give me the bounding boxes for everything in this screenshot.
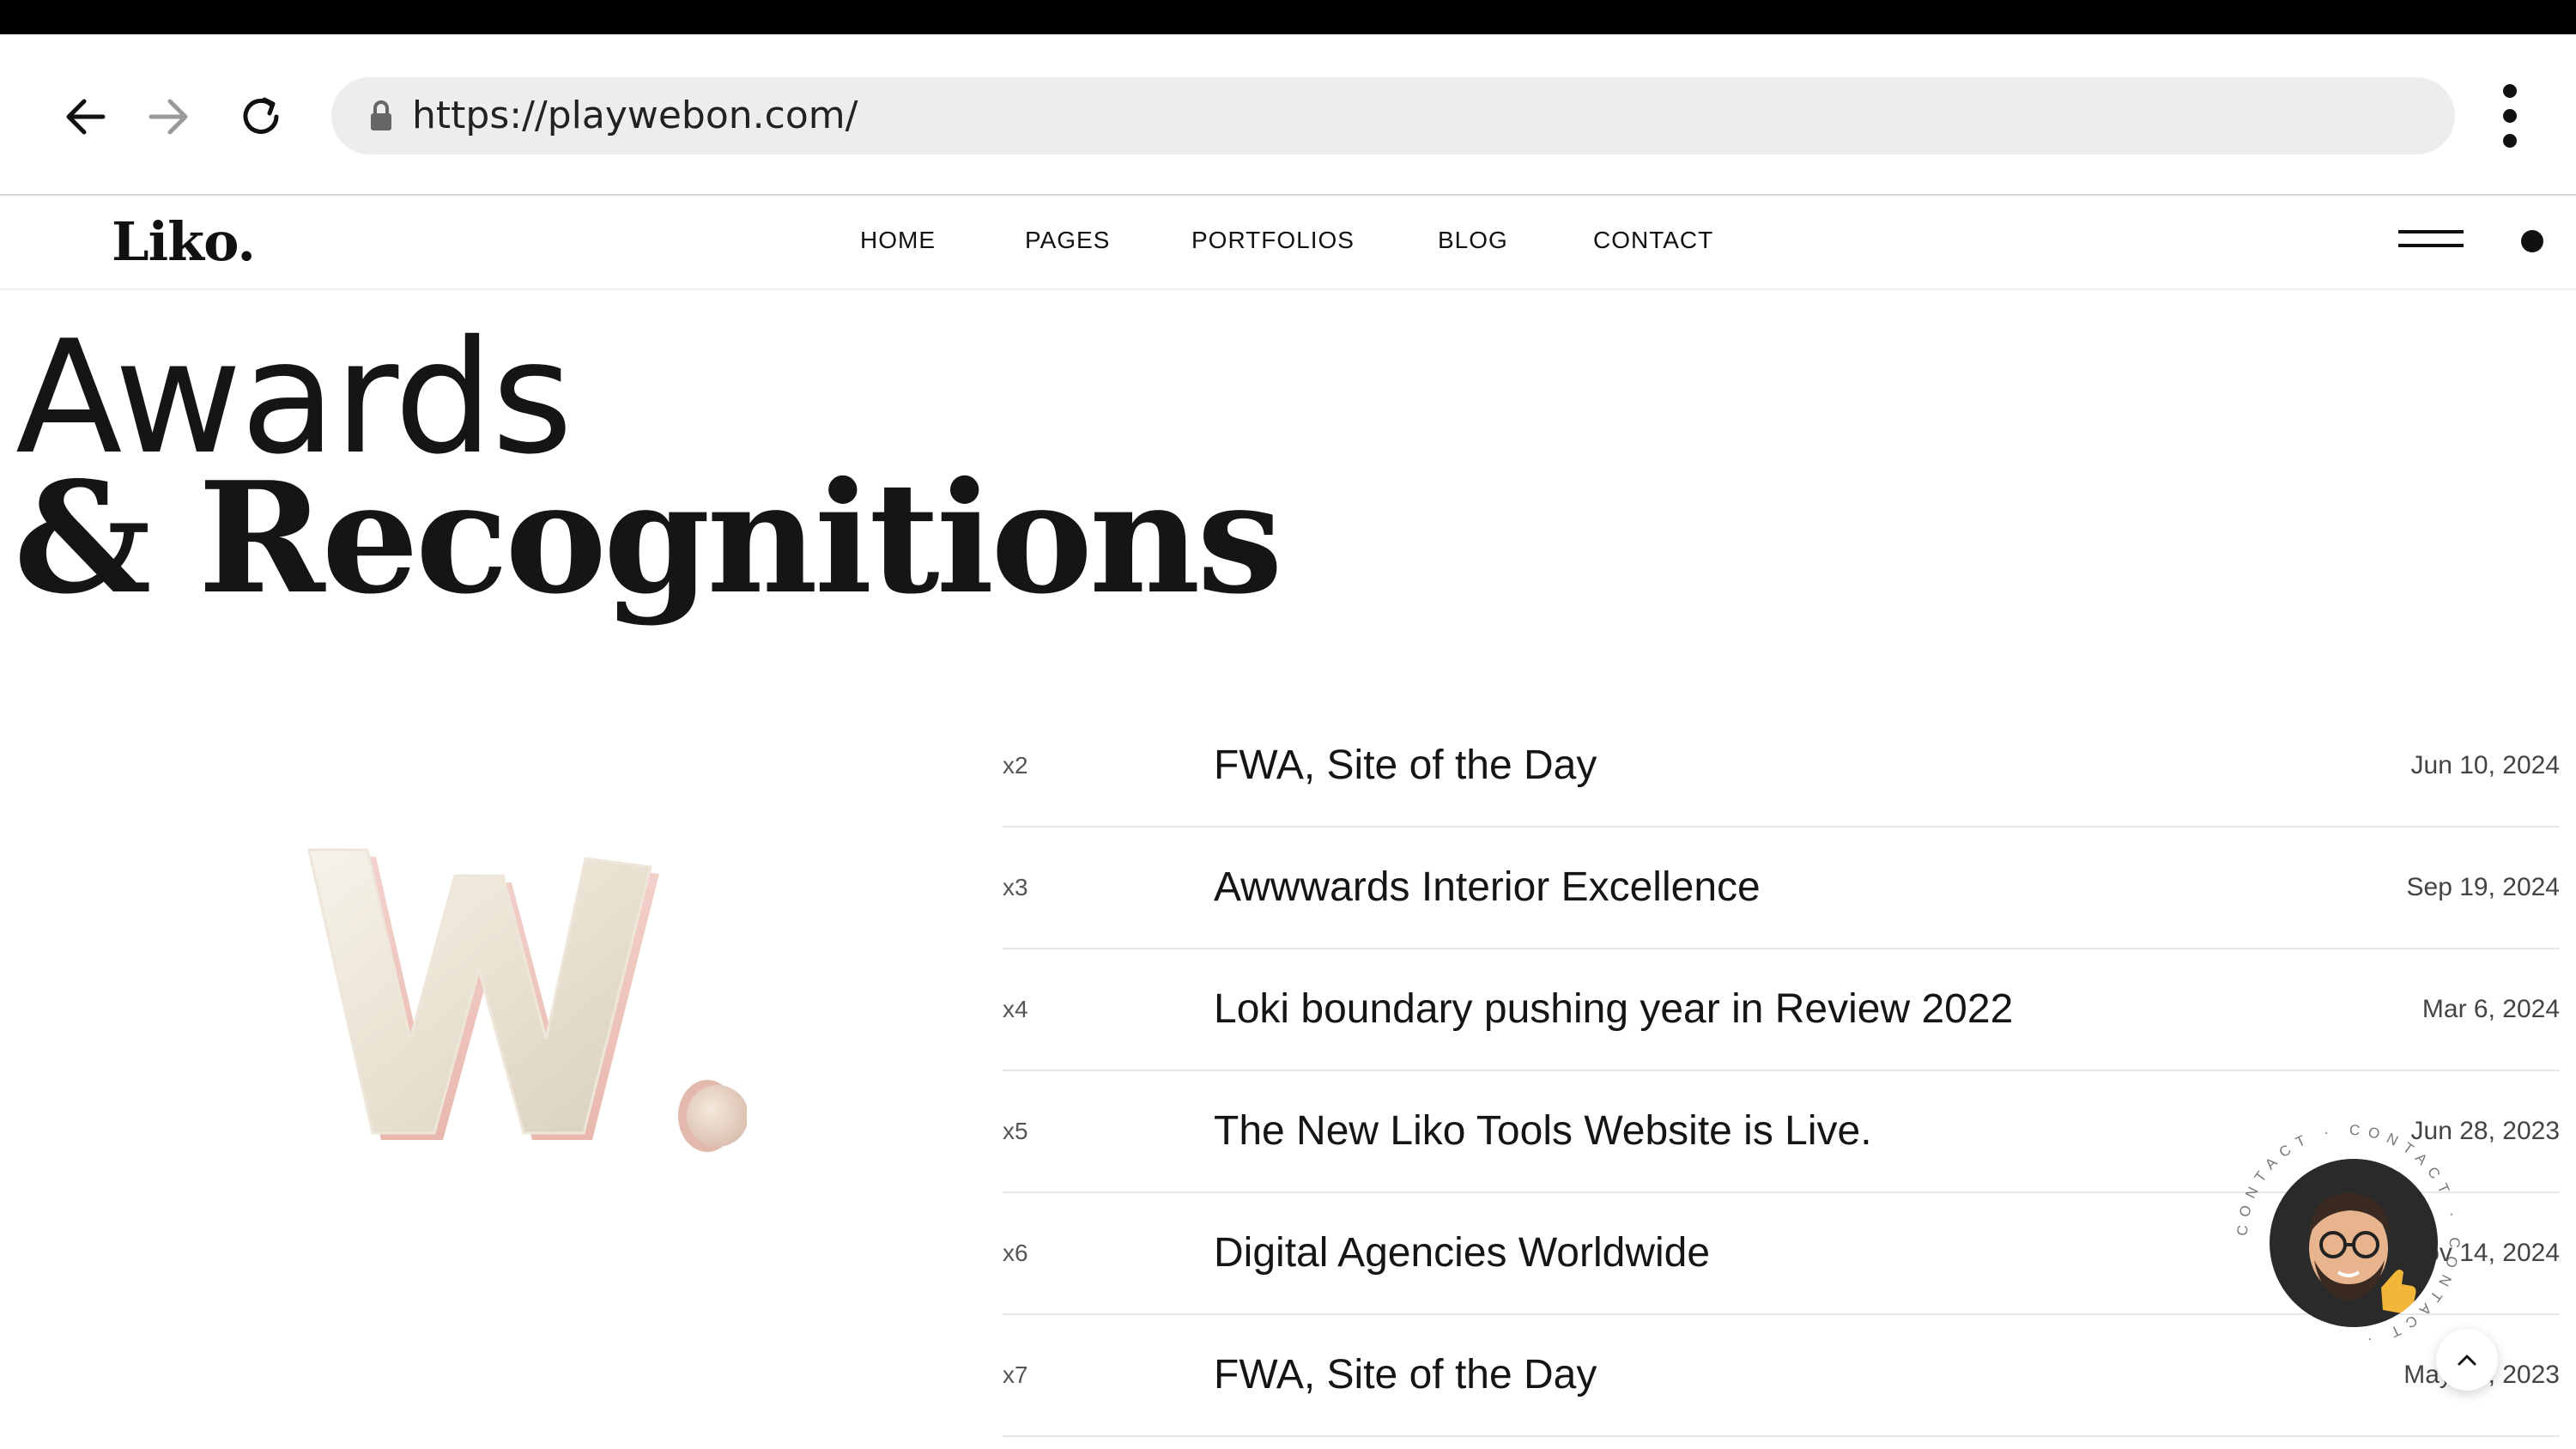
chevron-up-icon [2458,1355,2476,1366]
award-title: The New Liko Tools Website is Live. [1214,1108,1872,1154]
nav-home[interactable]: HOME [860,196,936,285]
award-count: x2 [1003,752,1028,779]
nav-blog[interactable]: BLOG [1438,196,1508,285]
award-row[interactable]: x4 Loki boundary pushing year in Review … [1003,949,2560,1071]
avatar [2270,1159,2438,1327]
award-title: FWA, Site of the Day [1214,1352,1597,1397]
nav-portfolios[interactable]: PORTFOLIOS [1191,196,1355,285]
reload-button[interactable] [228,84,294,149]
lock-icon [371,100,391,130]
award-count: x3 [1003,874,1028,900]
back-to-top-button[interactable] [2436,1329,2498,1391]
award-count: x6 [1003,1240,1028,1266]
award-title: FWA, Site of the Day [1214,743,1597,788]
nav-pages[interactable]: PAGES [1025,196,1110,285]
award-title: Awwwards Interior Excellence [1214,864,1761,910]
nav-contact[interactable]: CONTACT [1593,196,1713,285]
kebab-menu-icon[interactable] [2486,77,2534,155]
hamburger-menu-icon[interactable] [2398,223,2464,258]
award-count: x4 [1003,996,1028,1022]
award-count: x5 [1003,1118,1028,1144]
award-row[interactable]: x3 Awwwards Interior Excellence Sep 19, … [1003,828,2560,949]
address-bar[interactable]: https://playwebon.com/ [331,77,2455,155]
main-nav: HOME PAGES PORTFOLIOS BLOG CONTACT [0,196,2576,288]
award-count: x7 [1003,1361,1028,1388]
url-text: https://playwebon.com/ [412,94,858,137]
dot-toggle-button[interactable] [2521,230,2543,252]
back-button[interactable] [53,84,118,149]
heading-line-2: & Recognitions [14,448,1283,627]
award-date: Mar 6, 2024 [2421,995,2560,1023]
award-title: Digital Agencies Worldwide [1214,1230,1711,1276]
memoji-avatar-icon [2309,1193,2416,1314]
award-title: Loki boundary pushing year in Review 202… [1214,986,2014,1032]
3d-w-letter-image [307,848,747,1152]
contact-widget[interactable]: CONTACT · CONTACT · CONTACT · [2235,1123,2462,1349]
award-row[interactable]: x2 FWA, Site of the Day Jun 10, 2024 [1003,706,2560,828]
arrow-right-icon [148,99,188,135]
reload-icon [243,97,279,134]
arrow-left-icon [66,99,106,135]
forward-button[interactable] [136,84,201,149]
browser-toolbar: https://playwebon.com/ [0,34,2576,196]
award-date: Jun 10, 2024 [2410,751,2560,779]
award-date: Sep 19, 2024 [2406,873,2561,901]
status-bar [0,0,2576,34]
site-header: Liko. HOME PAGES PORTFOLIOS BLOG CONTACT [0,196,2576,290]
